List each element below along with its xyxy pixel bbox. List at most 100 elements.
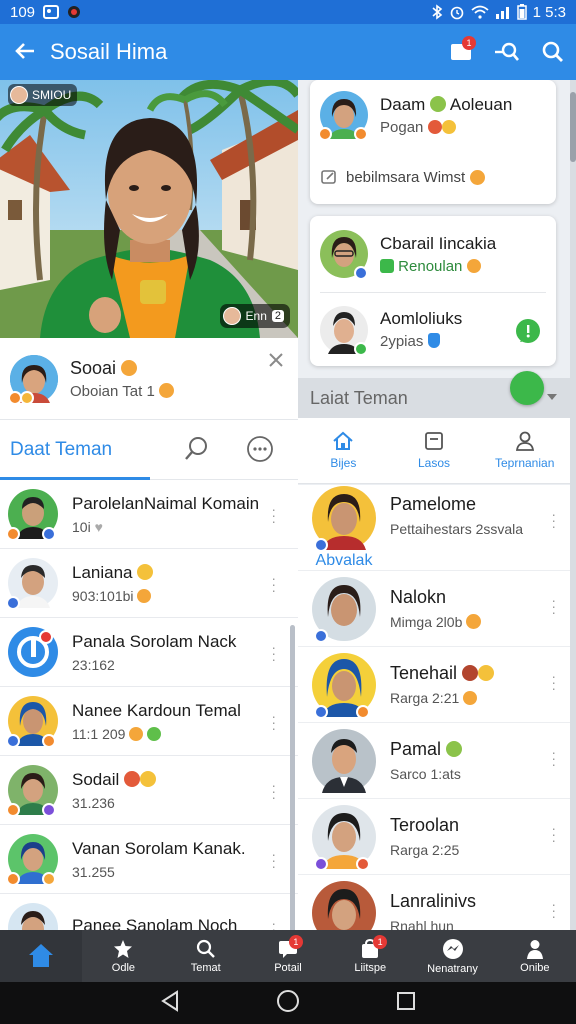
list-item[interactable]: Panee Sanolam Noch ··· bbox=[0, 894, 298, 930]
status-dot bbox=[314, 628, 328, 643]
tab-home[interactable]: Bijes bbox=[298, 418, 389, 483]
list-item[interactable]: Aomloliuks 2ypias bbox=[310, 293, 556, 366]
friend-suggestion-card: Cbarail Iincakia Renoulan Aomloliuks 2yp… bbox=[310, 216, 556, 366]
search-icon bbox=[196, 939, 215, 958]
emoji-icon bbox=[441, 119, 456, 134]
system-recents-button[interactable] bbox=[396, 991, 416, 1016]
more-vert-icon[interactable]: ··· bbox=[551, 745, 556, 771]
emoji-icon bbox=[137, 588, 152, 603]
app-title: Sosail Hima bbox=[50, 39, 168, 64]
list-item-sub: Pettaihestars 2ssvala bbox=[390, 521, 524, 537]
system-back-button[interactable] bbox=[160, 989, 180, 1017]
nav-onibe[interactable]: Onibe bbox=[494, 930, 576, 982]
square-recents-icon bbox=[397, 991, 415, 1010]
more-vert-icon[interactable]: ··· bbox=[551, 507, 556, 533]
status-dot bbox=[6, 803, 20, 817]
edit-icon bbox=[321, 170, 336, 184]
hero-photo[interactable]: SMIOU Enn 2 bbox=[0, 80, 298, 338]
status-dot bbox=[314, 856, 328, 871]
list-item[interactable]: Panala Sorolam Nack 23:162 · · · bbox=[0, 618, 298, 687]
hero-image bbox=[0, 80, 298, 338]
list-item-sub: 23:162 bbox=[72, 656, 115, 673]
more-vert-icon[interactable]: ··· bbox=[271, 778, 276, 804]
nav-label: Potail bbox=[274, 961, 302, 974]
list-item[interactable]: Nanee Kardoun Temal 11:1 209 · · · bbox=[0, 687, 298, 756]
list-item-name: Pamal bbox=[390, 739, 442, 759]
hero-user-text: Enn bbox=[245, 309, 267, 323]
nav-nenatrany[interactable]: Nenatrany bbox=[411, 930, 493, 982]
avatar-image bbox=[312, 880, 376, 930]
more-vert-icon[interactable]: ··· bbox=[551, 593, 556, 619]
list-item[interactable]: Teroolan Rarga 2:25 · · · bbox=[298, 799, 570, 875]
list-item[interactable]: Cbarail Iincakia Renoulan bbox=[310, 216, 556, 292]
scrollbar[interactable] bbox=[290, 625, 295, 930]
nav-label: Nenatrany bbox=[427, 962, 478, 975]
person-icon bbox=[526, 939, 543, 959]
tab-posts[interactable]: Lasos bbox=[389, 418, 480, 483]
list-item[interactable]: Vanan Sorolam Kanak. 31.255 · · · bbox=[0, 825, 298, 894]
status-dot bbox=[314, 537, 328, 552]
avatar bbox=[8, 903, 58, 930]
find-person-button[interactable] bbox=[484, 24, 530, 80]
nav-potail[interactable]: 1 Potail bbox=[247, 930, 329, 982]
list-item[interactable]: Tenehail Rarga 2:21 · · · bbox=[298, 647, 570, 723]
home-icon bbox=[29, 943, 54, 967]
more-vert-icon[interactable]: ··· bbox=[271, 640, 276, 666]
more-horizontal-icon bbox=[247, 436, 273, 462]
heart-icon: ♥ bbox=[94, 518, 103, 535]
circle-home-icon bbox=[277, 989, 299, 1012]
list-item[interactable]: Sodail 31.236 · · · bbox=[0, 756, 298, 825]
more-vert-icon[interactable]: ··· bbox=[271, 847, 276, 873]
tab-friends[interactable]: Teprnanian bbox=[479, 418, 570, 483]
nav-odle[interactable]: Odle bbox=[82, 930, 164, 982]
more-vert-icon[interactable]: ··· bbox=[271, 916, 276, 930]
notifications-button[interactable]: 1 bbox=[438, 24, 484, 80]
scrollbar[interactable] bbox=[570, 80, 576, 930]
hero-user-chip[interactable]: Enn 2 bbox=[219, 304, 290, 328]
hero-caption-text: SMIOU bbox=[32, 88, 72, 102]
nav-home[interactable] bbox=[0, 930, 83, 982]
friend-card[interactable]: Daam Aoleuan Pogan bebilmsara Wimst bbox=[310, 80, 556, 204]
back-button[interactable] bbox=[0, 37, 50, 68]
chat-button[interactable] bbox=[514, 318, 542, 351]
more-vert-icon[interactable]: ··· bbox=[271, 502, 276, 528]
chat-bubble-icon bbox=[516, 319, 540, 343]
emoji-icon bbox=[427, 119, 442, 134]
more-vert-icon[interactable]: ··· bbox=[551, 669, 556, 695]
system-home-button[interactable] bbox=[276, 989, 300, 1018]
avatar bbox=[312, 804, 376, 871]
scrollbar-thumb[interactable] bbox=[570, 92, 576, 162]
tab-label: Lasos bbox=[417, 456, 451, 470]
more-button[interactable] bbox=[245, 434, 275, 464]
list-item[interactable]: Nalokn Mimga 2l0b · · · bbox=[298, 571, 570, 647]
list-item[interactable]: Lanralinivs Rnahl hun · · · bbox=[298, 875, 570, 930]
emoji-icon bbox=[42, 872, 56, 886]
list-item[interactable]: ParolelanNaimal Komain 10i ♥ · · · bbox=[0, 480, 298, 549]
avatar bbox=[8, 354, 58, 405]
nav-liitspe[interactable]: 1 Liitspe bbox=[329, 930, 411, 982]
more-vert-icon[interactable]: ··· bbox=[551, 821, 556, 847]
tab-label: Bijes bbox=[330, 456, 357, 470]
search-button[interactable] bbox=[530, 24, 576, 80]
close-button[interactable] bbox=[268, 348, 284, 374]
avatar bbox=[222, 307, 241, 325]
section-title: Laiat Teman bbox=[310, 387, 408, 408]
avatar bbox=[318, 91, 368, 141]
emoji-icon bbox=[129, 726, 144, 741]
profile-summary[interactable]: Sooai Oboian Tat 1 bbox=[0, 338, 298, 420]
list-item[interactable]: Laniana 903:101bi · · · bbox=[0, 549, 298, 618]
search-icon bbox=[542, 41, 563, 62]
list-item[interactable]: Pamal Sarco 1:ats · · · bbox=[298, 723, 570, 799]
search-button[interactable] bbox=[182, 434, 212, 464]
list-item[interactable]: Abvalak Pamelome Pettaihestars 2ssvala ·… bbox=[298, 485, 570, 571]
list-item-sub: 903:101bi bbox=[72, 587, 134, 604]
tab-friends-list[interactable]: Daat Teman bbox=[10, 439, 112, 461]
more-vert-icon[interactable]: ··· bbox=[271, 571, 276, 597]
avatar bbox=[8, 627, 58, 677]
status-dot bbox=[6, 872, 20, 886]
avatar bbox=[6, 558, 58, 610]
list-item-sub: Rarga 2:25 bbox=[390, 842, 460, 858]
more-vert-icon[interactable]: ··· bbox=[551, 897, 556, 923]
nav-temat[interactable]: Temat bbox=[165, 930, 247, 982]
more-vert-icon[interactable]: ··· bbox=[271, 709, 276, 735]
